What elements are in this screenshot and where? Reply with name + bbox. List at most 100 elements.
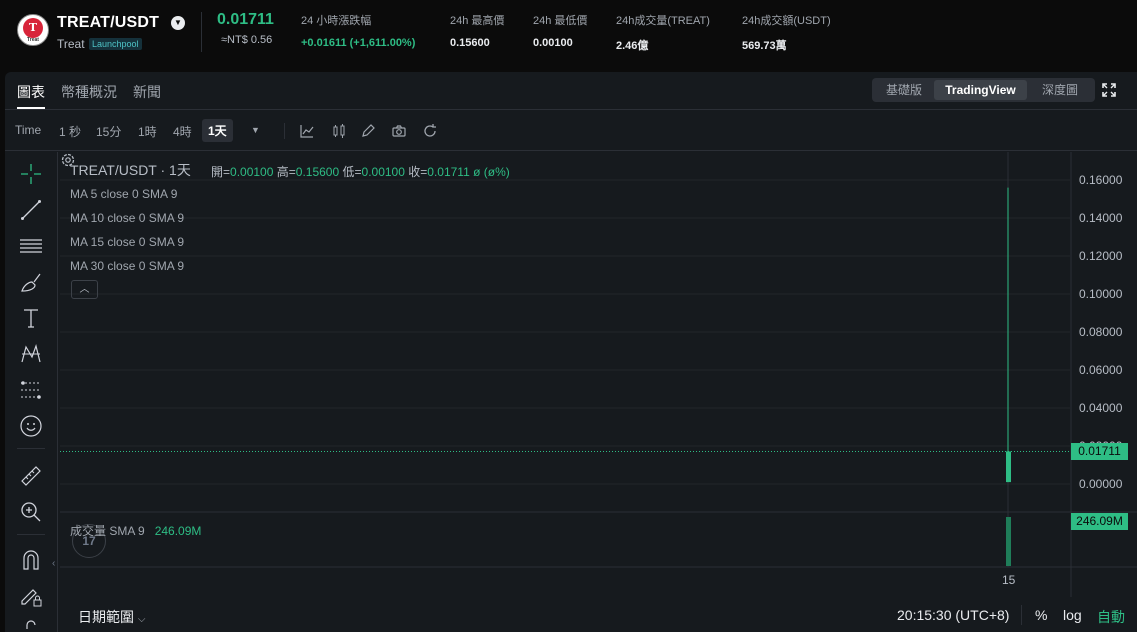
y-tick-label: 0.16000 [1079, 173, 1123, 187]
trend-line-icon[interactable] [19, 198, 43, 222]
legend-collapse-button[interactable]: ︿ [71, 280, 98, 299]
log-toggle[interactable]: log [1063, 607, 1082, 623]
stat-24h-high: 24h 最高價 0.15600 [450, 12, 504, 49]
ticker-bar: T Treat TREAT/USDT ▼ Treat Launchpool 0.… [0, 0, 1137, 66]
stat-label: 24 小時漲跌幅 [301, 15, 372, 27]
stat-value: 0.00100 [533, 37, 573, 49]
volume-label: 成交量 SMA 9 [70, 524, 145, 538]
expand-icon[interactable] [1102, 83, 1116, 97]
stat-label: 24h成交量(TREAT) [616, 15, 710, 27]
last-price: 0.01711 [217, 11, 274, 28]
treat-logo: T Treat [17, 14, 49, 46]
y-tick-label: 0.12000 [1079, 249, 1123, 263]
tools-divider [17, 448, 45, 449]
view-switch: 基礎版 TradingView 深度圖 [872, 78, 1095, 102]
candle-type-icon[interactable] [331, 123, 347, 139]
price-chart[interactable]: TREAT/USDT · 1天 開=0.00100 高=0.15600 低=0.… [60, 152, 1137, 632]
launchpool-badge: Launchpool [89, 38, 142, 50]
text-icon[interactable] [19, 306, 43, 330]
pattern-icon[interactable] [19, 342, 43, 366]
ma-legend[interactable]: MA 5 close 0 SMA 9 [70, 187, 177, 201]
high-value: 0.15600 [295, 165, 340, 179]
panel-tabs: 圖表 幣種概況 新聞 基礎版 TradingView 深度圖 [5, 72, 1137, 110]
view-depth[interactable]: 深度圖 [1029, 80, 1091, 100]
ma-legend[interactable]: MA 30 close 0 SMA 9 [70, 259, 184, 273]
low-value: 0.00100 [361, 165, 405, 179]
date-range-button[interactable]: 日期範圍 ⌵ [78, 607, 145, 627]
view-basic[interactable]: 基礎版 [876, 80, 932, 100]
candle-body [1006, 451, 1011, 483]
tab-news[interactable]: 新聞 [133, 82, 161, 102]
stat-value: +0.01611 (+1,611.00%) [301, 37, 416, 49]
fib-icon[interactable] [19, 378, 43, 402]
interval-1s[interactable]: 1 秒 [59, 123, 81, 140]
ohlc-legend: 開=0.00100 高=0.15600 低=0.00100 收=0.01711 … [211, 163, 510, 180]
lock-icon[interactable] [19, 618, 43, 632]
volume-bar [1006, 517, 1011, 566]
camera-icon[interactable] [391, 123, 407, 139]
chart-canvas[interactable] [60, 152, 1137, 632]
stat-label: 24h 最高價 [450, 15, 505, 27]
footer-divider [1021, 605, 1022, 625]
logo-word: Treat [27, 36, 39, 43]
auto-toggle[interactable]: 自動 [1097, 607, 1125, 627]
close-value: 0.01711 [427, 165, 470, 179]
interval-1h[interactable]: 1時 [138, 123, 157, 140]
y-tick-label: 0.06000 [1079, 363, 1123, 377]
zoom-in-icon[interactable] [19, 500, 43, 524]
high-label: 高= [276, 165, 296, 179]
chevron-down-icon[interactable]: ▼ [171, 16, 185, 30]
stat-value: 0.15600 [450, 37, 490, 49]
chevron-down-icon: ⌵ [137, 614, 146, 625]
time-label[interactable]: Time [15, 123, 41, 137]
y-tick-label: 0.14000 [1079, 211, 1123, 225]
collapse-tools-icon[interactable]: ‹ [52, 558, 55, 569]
drawing-tools: ‹ [5, 152, 58, 632]
volume-tag: 246.09M [1071, 513, 1128, 530]
volume-value: 246.09M [154, 524, 202, 538]
stat-24h-turnover: 24h成交額(USDT) 569.73萬 [742, 12, 831, 53]
y-tick-label: 0.00000 [1079, 477, 1123, 491]
last-price-tag: 0.01711 [1071, 443, 1128, 460]
percent-toggle[interactable]: % [1035, 607, 1047, 623]
indicator-icon[interactable] [299, 123, 315, 139]
ma-legend[interactable]: MA 10 close 0 SMA 9 [70, 211, 184, 225]
interval-1d[interactable]: 1天 [202, 119, 233, 142]
interval-4h[interactable]: 4時 [173, 123, 192, 140]
open-value: 0.00100 [230, 165, 274, 179]
interval-15m[interactable]: 15分 [96, 123, 121, 140]
stat-value: 2.46億 [616, 40, 649, 52]
smiley-icon[interactable] [19, 414, 43, 438]
logo-mark: T [23, 17, 43, 38]
horizontal-lines-icon[interactable] [19, 234, 43, 258]
change-value: ø (ø%) [473, 165, 510, 179]
y-tick-label: 0.10000 [1079, 287, 1123, 301]
close-label: 收= [408, 165, 428, 179]
interval-more-icon[interactable]: ▼ [251, 125, 260, 135]
stat-24h-low: 24h 最低價 0.00100 [533, 12, 587, 49]
stat-label: 24h成交額(USDT) [742, 15, 831, 27]
stat-label: 24h 最低價 [533, 15, 588, 27]
y-tick-label: 0.04000 [1079, 401, 1123, 415]
magnet-icon[interactable] [19, 548, 43, 572]
tab-coin-info[interactable]: 幣種概況 [61, 82, 117, 102]
low-label: 低= [342, 165, 362, 179]
pair-title[interactable]: TREAT/USDT [57, 14, 159, 32]
lock-drawing-icon[interactable] [19, 584, 43, 608]
clock-time[interactable]: 20:15:30 (UTC+8) [897, 607, 1009, 623]
ma-legend[interactable]: MA 15 close 0 SMA 9 [70, 235, 184, 249]
crosshair-icon[interactable] [19, 162, 43, 186]
y-tick-label: 0.08000 [1079, 325, 1123, 339]
stat-24h-volume: 24h成交量(TREAT) 2.46億 [616, 12, 710, 53]
date-range-label: 日期範圍 [78, 609, 134, 625]
ruler-icon[interactable] [19, 464, 43, 488]
brush-icon[interactable] [19, 270, 43, 294]
pencil-icon[interactable] [360, 123, 376, 139]
tab-chart[interactable]: 圖表 [17, 82, 45, 109]
fiat-price: ≈NT$ 0.56 [221, 34, 273, 46]
chart-toolbar: Time 1 秒 15分 1時 4時 1天 ▼ [5, 111, 1137, 151]
view-tradingview[interactable]: TradingView [934, 80, 1027, 100]
refresh-icon[interactable] [422, 123, 438, 139]
gear-icon[interactable] [60, 152, 76, 168]
coin-name: Treat [57, 37, 85, 51]
